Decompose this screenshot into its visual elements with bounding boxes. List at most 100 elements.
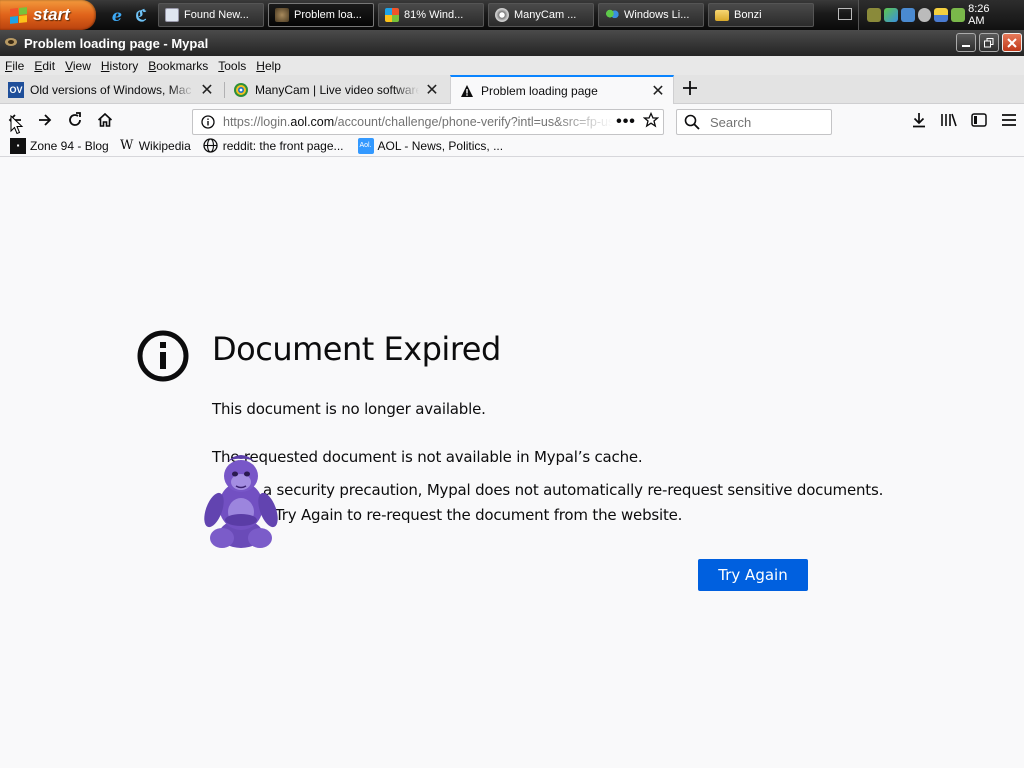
window-title: Problem loading page - Mypal bbox=[24, 35, 209, 51]
error-security-item: a security precaution, Mypal does not au… bbox=[263, 481, 884, 499]
task-problem-loading[interactable]: Problem loa... bbox=[268, 3, 374, 27]
mypal-app-icon[interactable] bbox=[4, 36, 18, 51]
hamburger-menu-icon bbox=[1002, 114, 1016, 126]
bookmarks-toolbar: ▪ Zone 94 - Blog W Wikipedia reddit: the… bbox=[0, 135, 1024, 157]
globe-icon bbox=[203, 138, 219, 154]
tray-messenger-icon[interactable] bbox=[883, 8, 898, 22]
mouse-cursor-icon bbox=[10, 115, 24, 135]
task-label: Problem loa... bbox=[294, 9, 362, 21]
sidebar-button[interactable] bbox=[968, 109, 990, 131]
sidebar-icon bbox=[971, 113, 987, 127]
plus-icon bbox=[683, 81, 697, 95]
tab-close-icon[interactable]: ✕ bbox=[200, 80, 214, 100]
try-again-button[interactable]: Try Again bbox=[698, 559, 808, 591]
url-text[interactable]: https://login.aol.com/account/challenge/… bbox=[223, 115, 613, 129]
task-label: Windows Li... bbox=[624, 9, 690, 21]
error-page: Document Expired This document is no lon… bbox=[0, 158, 1024, 768]
search-icon bbox=[684, 114, 700, 130]
menu-edit[interactable]: Edit bbox=[29, 59, 60, 73]
tab-label: ManyCam | Live video software & webcam e… bbox=[255, 82, 419, 97]
tab-old-versions[interactable]: OV Old versions of Windows, Mac and Linu… bbox=[0, 75, 222, 104]
menu-button[interactable] bbox=[998, 109, 1020, 131]
system-tray: 8:26 AM bbox=[858, 0, 1024, 30]
wikipedia-favicon-icon: W bbox=[120, 138, 134, 153]
menu-view[interactable]: View bbox=[60, 59, 96, 73]
tray-app-icon[interactable] bbox=[867, 8, 881, 22]
address-bar[interactable]: https://login.aol.com/account/challenge/… bbox=[192, 109, 664, 135]
bookmark-reddit[interactable]: reddit: the front page... bbox=[203, 138, 344, 154]
clock[interactable]: 8:26 AM bbox=[968, 3, 1008, 27]
close-window-button[interactable] bbox=[1002, 33, 1022, 52]
reload-button[interactable] bbox=[64, 109, 86, 131]
tab-problem-loading[interactable]: Problem loading page ✕ bbox=[450, 75, 674, 105]
new-tab-button[interactable] bbox=[679, 78, 701, 100]
browser-icon[interactable]: ℭ bbox=[132, 6, 150, 25]
menu-bookmarks[interactable]: Bookmarks bbox=[143, 59, 213, 73]
menu-tools[interactable]: Tools bbox=[213, 59, 251, 73]
tab-label: Problem loading page bbox=[481, 84, 598, 98]
start-button[interactable]: start bbox=[0, 0, 96, 30]
oldversion-favicon-icon: OV bbox=[8, 81, 24, 98]
task-manycam[interactable]: ManyCam ... bbox=[488, 3, 594, 27]
error-short-desc: This document is no longer available. bbox=[212, 400, 486, 418]
bonzi-buddy-character[interactable] bbox=[200, 448, 282, 552]
bookmark-zone94[interactable]: ▪ Zone 94 - Blog bbox=[10, 137, 109, 154]
task-windows-update[interactable]: 81% Wind... bbox=[378, 3, 484, 27]
info-icon bbox=[137, 330, 189, 382]
reload-icon bbox=[69, 112, 81, 126]
manycam-favicon-icon bbox=[233, 82, 249, 98]
window-titlebar[interactable]: Problem loading page - Mypal bbox=[0, 30, 1024, 56]
bookmark-label: Zone 94 - Blog bbox=[30, 138, 109, 153]
search-box[interactable] bbox=[676, 109, 832, 135]
bookmark-label: reddit: the front page... bbox=[222, 138, 344, 153]
taskbar: start e ℭ Found New... Problem loa... 81… bbox=[0, 0, 1024, 30]
downloads-button[interactable] bbox=[908, 109, 930, 131]
menu-bar: File Edit View History Bookmarks Tools H… bbox=[0, 56, 1024, 75]
task-found-new[interactable]: Found New... bbox=[158, 3, 264, 27]
tray-network-icon[interactable] bbox=[900, 8, 915, 22]
library-button[interactable] bbox=[938, 109, 960, 131]
tab-strip: OV Old versions of Windows, Mac and Linu… bbox=[0, 75, 1024, 105]
warning-icon bbox=[459, 83, 475, 99]
error-title: Document Expired bbox=[212, 330, 501, 368]
menu-file[interactable]: File bbox=[0, 59, 29, 73]
tray-shield-icon[interactable] bbox=[934, 8, 949, 22]
bookmark-label: Wikipedia bbox=[138, 138, 191, 153]
mypal-icon bbox=[275, 8, 289, 22]
search-input[interactable] bbox=[708, 113, 818, 131]
tab-manycam[interactable]: ManyCam | Live video software & webcam e… bbox=[225, 75, 447, 104]
home-icon bbox=[97, 112, 113, 127]
bookmark-star-icon[interactable] bbox=[639, 111, 663, 133]
menu-help[interactable]: Help bbox=[251, 59, 286, 73]
task-label: Found New... bbox=[184, 9, 249, 21]
bookmark-wikipedia[interactable]: W Wikipedia bbox=[119, 138, 191, 154]
aol-favicon-icon: Aol. bbox=[357, 137, 374, 154]
bookmark-aol[interactable]: Aol. AOL - News, Politics, ... bbox=[357, 137, 503, 154]
menu-history[interactable]: History bbox=[96, 59, 143, 73]
internet-explorer-icon[interactable]: e bbox=[108, 6, 126, 25]
library-icon bbox=[941, 113, 957, 127]
windows-flag-icon bbox=[10, 6, 27, 24]
window-icon bbox=[165, 8, 179, 22]
task-windows-live[interactable]: Windows Li... bbox=[598, 3, 704, 27]
close-icon bbox=[1007, 37, 1017, 48]
task-label: ManyCam ... bbox=[514, 9, 577, 21]
tab-label: Old versions of Windows, Mac and Linux bbox=[30, 82, 194, 97]
download-icon bbox=[913, 113, 925, 128]
restore-button[interactable] bbox=[979, 33, 999, 52]
zone94-favicon-icon: ▪ bbox=[10, 137, 26, 154]
start-label: start bbox=[33, 5, 70, 24]
tab-close-icon[interactable]: ✕ bbox=[425, 80, 439, 100]
site-info-icon[interactable] bbox=[193, 115, 223, 129]
page-actions-icon[interactable]: ••• bbox=[613, 113, 639, 131]
home-button[interactable] bbox=[94, 109, 116, 131]
keyboard-icon[interactable] bbox=[838, 8, 852, 20]
minimize-button[interactable] bbox=[956, 33, 976, 52]
task-label: Bonzi bbox=[734, 9, 762, 21]
task-bonzi[interactable]: Bonzi bbox=[708, 3, 814, 27]
tray-manycam-icon[interactable] bbox=[917, 8, 932, 22]
tab-close-icon[interactable]: ✕ bbox=[651, 81, 665, 101]
tray-speaker-icon[interactable] bbox=[951, 8, 966, 22]
quick-launch: e ℭ bbox=[108, 6, 150, 25]
forward-button[interactable] bbox=[34, 109, 56, 131]
